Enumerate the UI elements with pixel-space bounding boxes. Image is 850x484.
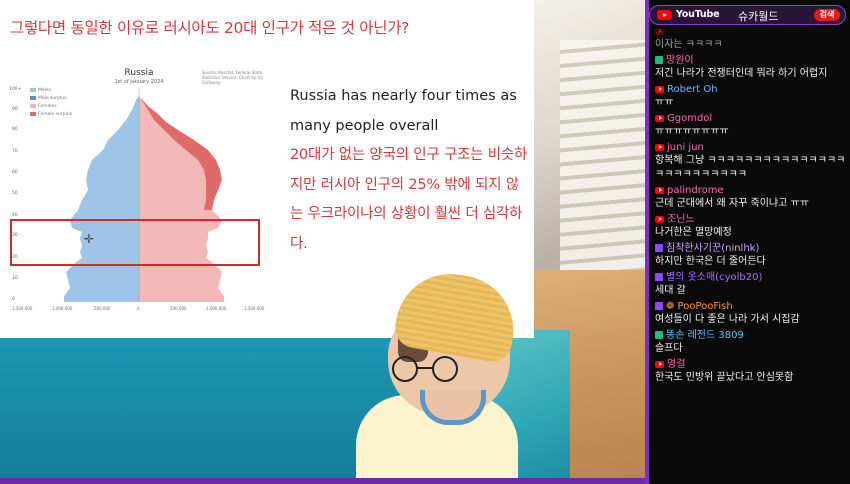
korean-text: 20대가 없는 양국의 인구 구조는 비슷하지만 러시아 인구의 25% 밖에 … (290, 147, 528, 252)
youtube-icon (655, 215, 664, 223)
slide-body-text: Russia has nearly four times as many peo… (290, 82, 530, 259)
chat-author-name: Ggomdol (667, 113, 713, 124)
chat-text: ㅠㅠㅠㅠㅠㅠㅠㅠ (655, 126, 729, 137)
chat-message: juni jun 항복해 그냥 ㅋㅋㅋㅋㅋㅋㅋㅋㅋㅋㅋㅋㅋㅋㅋㅋㅋㅋㅋㅋㅋㅋㅋㅋㅋ (655, 142, 847, 182)
chat-author[interactable]: 별의 옷소매(cyolb20) (655, 272, 847, 284)
chart-legend: Males Male surplus Females Female surplu… (30, 87, 72, 119)
chat-author[interactable]: juni jun (655, 142, 847, 154)
x-tick: 0 (137, 306, 140, 311)
chat-panel-border (645, 0, 649, 484)
x-tick: 1,000,000 (206, 306, 227, 311)
chat-message: palindrome 근데 군대에서 왜 자꾸 죽이냐고 ㅠㅠ (655, 185, 847, 211)
y-tick: 90 (12, 106, 18, 112)
legend-item: Male surplus (30, 95, 72, 103)
chat-author-name: 침착한사기꾼(ninlhk) (666, 243, 760, 254)
x-tick: 500,000 (170, 306, 187, 311)
chat-text: 하지만 한국은 더 줄어든다 (655, 256, 766, 267)
youtube-icon (655, 360, 664, 368)
x-tick: 1,500,000 (244, 306, 265, 311)
twitch-icon (655, 273, 663, 281)
y-tick: 60 (12, 169, 18, 175)
x-tick: 1,500,000 (12, 306, 33, 311)
chat-author[interactable]: palindrome (655, 185, 847, 197)
y-tick: 50 (12, 190, 18, 196)
chat-message: 별의 옷소매(cyolb20) 세대 갈 (655, 272, 847, 298)
x-axis-ticks: 1,500,000 1,000,000 500,000 0 500,000 1,… (12, 306, 265, 311)
chat-author[interactable]: 침착한사기꾼(ninlhk) (655, 243, 847, 255)
y-axis-ticks: 100+ 90 80 70 60 50 40 30 20 10 0 (9, 86, 22, 302)
y-tick: 10 (12, 275, 18, 281)
x-tick: 1,000,000 (52, 306, 73, 311)
chat-author[interactable]: 망원이 (655, 55, 847, 67)
chat-fade (645, 26, 850, 56)
chat-panel: YouTube 슈카월드 검색 이자는 ㅋㅋㅋㅋ망원이저긴 나라가 전쟁터인데 … (645, 0, 850, 484)
chat-text: 한국도 민방위 끝났다고 안심못함 (655, 372, 794, 383)
chat-author-name: juni jun (667, 142, 704, 153)
y-tick: 40 (12, 212, 18, 218)
chat-message-list: 이자는 ㅋㅋㅋㅋ망원이저긴 나라가 전쟁터인데 뭐라 하기 어렵지Robert … (655, 26, 847, 388)
badge-icon (655, 331, 663, 339)
chat-message: 망원이저긴 나라가 전쟁터인데 뭐라 하기 어렵지 (655, 55, 847, 81)
y-tick: 100+ (9, 86, 22, 92)
mouse-cursor-icon: ✛ (84, 232, 95, 246)
chat-header: YouTube 슈카월드 검색 (649, 5, 846, 25)
chat-message: ❁ PooPooFish 여성들이 다 좋은 나라 가서 시집감 (655, 301, 847, 327)
chat-text: ㅠㅠ (655, 97, 674, 108)
legend-item: Females (30, 103, 72, 111)
chat-author-name: Robert Oh (667, 84, 718, 95)
twitch-icon (655, 302, 663, 310)
channel-name: 슈카월드 (738, 10, 779, 23)
y-tick: 80 (12, 126, 18, 132)
chat-author-name: 별의 옷소매(cyolb20) (666, 272, 763, 283)
youtube-icon (655, 143, 664, 151)
bottom-border (0, 478, 645, 484)
youtube-icon (655, 114, 664, 122)
chat-text: 여성들이 다 좋은 나라 가서 시집감 (655, 314, 800, 325)
chat-message: 침착한사기꾼(ninlhk) 하지만 한국은 더 줄어든다 (655, 243, 847, 269)
chat-author[interactable]: 영걸 (655, 359, 847, 371)
chat-author-name: palindrome (667, 185, 724, 196)
chat-author[interactable]: 조닌느 (655, 214, 847, 226)
male-population-area (64, 96, 139, 302)
chat-author[interactable]: 똥손 레전드 3809 (655, 330, 847, 342)
search-button[interactable]: 검색 (814, 9, 840, 21)
chat-author-name: 똥손 레전드 3809 (666, 330, 744, 341)
legend-item: Female surplus (30, 111, 72, 119)
youtube-logo-icon (657, 10, 672, 20)
chat-author-name: 망원이 (666, 55, 694, 66)
chat-author-name: 영걸 (667, 359, 686, 370)
chat-message: 영걸한국도 민방위 끝났다고 안심못함 (655, 359, 847, 385)
chat-text: 항복해 그냥 ㅋㅋㅋㅋㅋㅋㅋㅋㅋㅋㅋㅋㅋㅋㅋㅋㅋㅋㅋㅋㅋㅋㅋㅋㅋ (655, 155, 846, 180)
chat-text: 나거한은 멸망예정 (655, 227, 732, 238)
chat-author-name: ❁ PooPooFish (666, 301, 733, 312)
chat-message: Robert Oh ㅠㅠ (655, 84, 847, 110)
chat-text: 저긴 나라가 전쟁터인데 뭐라 하기 어렵지 (655, 68, 828, 79)
chat-text: 슬프다 (655, 343, 683, 354)
chat-message: Ggomdol ㅠㅠㅠㅠㅠㅠㅠㅠ (655, 113, 847, 139)
legend-item: Males (30, 87, 72, 95)
chat-text: 근데 군대에서 왜 자꾸 죽이냐고 ㅠㅠ (655, 198, 809, 209)
chat-author[interactable]: Robert Oh (655, 84, 847, 96)
chat-text: 세대 갈 (655, 285, 686, 296)
slide-title: 그렇다면 동일한 이유로 러시아도 20대 인구가 적은 것 아닌가? (10, 19, 410, 37)
y-tick: 70 (12, 148, 18, 154)
chat-author[interactable]: Ggomdol (655, 113, 847, 125)
glasses-icon (392, 356, 458, 382)
chat-author[interactable]: ❁ PooPooFish (655, 301, 847, 313)
highlight-box (10, 219, 260, 266)
platform-label: YouTube (676, 9, 720, 20)
chart-source: Source: Rosstat, Federal State Statistic… (202, 70, 264, 85)
y-tick: 0 (12, 296, 15, 302)
chat-author-name: 조닌느 (667, 214, 695, 225)
youtube-icon (655, 85, 664, 93)
x-tick: 500,000 (94, 306, 111, 311)
english-text: Russia has nearly four times as many peo… (290, 88, 517, 134)
twitch-icon (655, 244, 663, 252)
badge-icon (655, 56, 663, 64)
youtube-icon (655, 186, 664, 194)
chat-message: 조닌느나거한은 멸망예정 (655, 214, 847, 240)
chat-message: 똥손 레전드 3809 슬프다 (655, 330, 847, 356)
